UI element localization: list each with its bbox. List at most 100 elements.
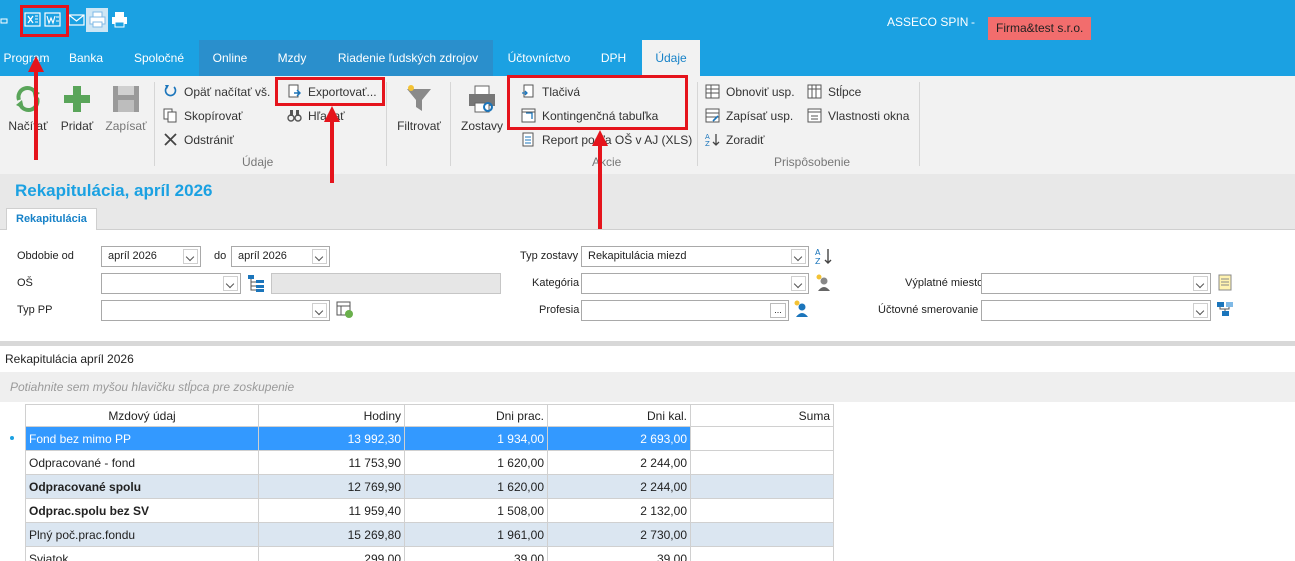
cell-cal-days[interactable]: 39,00 [547,546,691,561]
cell-work-days[interactable]: 1 620,00 [404,450,548,475]
reports-button[interactable]: Zostavy [458,83,506,143]
chevron-down-icon[interactable] [1193,303,1208,318]
save-button[interactable]: Zapísať [103,83,149,143]
restore-layout-button[interactable]: Obnoviť usp. [705,82,795,102]
chevron-down-icon[interactable] [223,276,238,291]
cell-hours[interactable]: 11 753,90 [258,450,405,475]
print-preview-icon[interactable] [89,11,106,28]
sort-button[interactable]: A Z Zoradiť [705,130,765,150]
table-row[interactable]: Odprac.spolu bez SV 11 959,40 1 508,00 2… [25,498,834,523]
table-row[interactable]: Sviatok 299,00 39,00 39,00 [25,546,834,561]
column-header-dni-prac[interactable]: Dni prac. [404,404,548,427]
table-row[interactable]: Fond bez mimo PP 13 992,30 1 934,00 2 69… [25,426,834,451]
cell-work-days[interactable]: 1 934,00 [404,426,548,451]
report-type-select[interactable]: Rekapitulácia miezd [581,246,809,267]
table-row[interactable]: Odpracované - fond 11 753,90 1 620,00 2 … [25,450,834,475]
tree-icon[interactable] [247,274,265,292]
cell-sum[interactable] [690,522,834,547]
table-row[interactable]: Plný poč.prac.fondu 15 269,80 1 961,00 2… [25,522,834,547]
cell-work-days[interactable]: 39,00 [404,546,548,561]
tab-rekapitulacia[interactable]: Rekapitulácia [6,208,97,230]
cell-sum[interactable] [690,546,834,561]
tab-online[interactable]: Online [199,40,261,76]
chevron-down-icon[interactable] [312,303,327,318]
cell-name[interactable]: Plný poč.prac.fondu [25,522,259,547]
cell-name[interactable]: Odpracované spolu [25,474,259,499]
plus-icon [64,86,90,112]
hierarchy-icon[interactable] [1216,300,1234,318]
chevron-down-icon[interactable] [791,276,806,291]
column-header-hodiny[interactable]: Hodiny [258,404,405,427]
cell-work-days[interactable]: 1 961,00 [404,522,548,547]
tab-mzdy[interactable]: Mzdy [261,40,323,76]
column-header-suma[interactable]: Suma [690,404,834,427]
os-label: OŠ [17,277,33,289]
cell-name[interactable]: Fond bez mimo PP [25,426,259,451]
person-category-icon[interactable] [815,274,833,292]
window-properties-button[interactable]: Vlastnosti okna [807,106,909,126]
cell-cal-days[interactable]: 2 132,00 [547,498,691,523]
pp-type-select[interactable] [101,300,330,321]
browse-button[interactable]: ... [770,303,786,318]
cell-sum[interactable] [690,474,834,499]
reload-all-button[interactable]: Opäť načítať vš. [163,82,270,102]
tab-banka[interactable]: Banka [53,40,119,76]
ribbon-separator [154,82,155,166]
cell-name[interactable]: Odpracované - fond [25,450,259,475]
copy-button[interactable]: Skopírovať [163,106,243,126]
profession-input[interactable]: ... [581,300,789,321]
minimize-icon[interactable] [0,11,8,28]
print-icon[interactable] [111,11,128,28]
period-to-select[interactable]: apríl 2026 [231,246,330,267]
tab-dph[interactable]: DPH [585,40,642,76]
add-button[interactable]: Pridať [56,83,98,143]
write-layout-button[interactable]: Zapísať usp. [705,106,793,126]
cell-sum[interactable] [690,498,834,523]
cell-hours[interactable]: 299,00 [258,546,405,561]
column-header-dni-kal[interactable]: Dni kal. [547,404,691,427]
load-button[interactable]: Načítať [5,83,51,143]
chevron-down-icon[interactable] [183,249,198,264]
sort-az-icon[interactable]: AZ [815,247,833,265]
cell-name[interactable]: Odprac.spolu bez SV [25,498,259,523]
filter-button[interactable]: Filtrovať [393,83,445,143]
chevron-down-icon[interactable] [312,249,327,264]
svg-text:Z: Z [705,140,710,147]
cell-work-days[interactable]: 1 508,00 [404,498,548,523]
cell-cal-days[interactable]: 2 244,00 [547,474,691,499]
cell-cal-days[interactable]: 2 244,00 [547,450,691,475]
grid-title: Rekapitulácia apríl 2026 [5,352,134,366]
person-profession-icon[interactable] [793,300,811,318]
tab-spolocne[interactable]: Spoločné [119,40,199,76]
mail-icon[interactable] [68,11,85,28]
delete-button[interactable]: Odstrániť [163,130,234,150]
cell-sum[interactable] [690,450,834,475]
cell-name[interactable]: Sviatok [25,546,259,561]
period-from-select[interactable]: apríl 2026 [101,246,201,267]
column-header-mzdovy-udaj[interactable]: Mzdový údaj [25,404,259,427]
company-badge[interactable]: Firma&test s.r.o. [988,17,1092,40]
tab-udaje[interactable]: Údaje [642,40,700,76]
cell-cal-days[interactable]: 2 693,00 [547,426,691,451]
cell-hours[interactable]: 11 959,40 [258,498,405,523]
tab-program[interactable]: Program [0,40,53,76]
cell-sum[interactable] [690,426,834,451]
accounting-select[interactable] [981,300,1211,321]
cell-work-days[interactable]: 1 620,00 [404,474,548,499]
category-select[interactable] [581,273,809,294]
cell-hours[interactable]: 12 769,90 [258,474,405,499]
notes-icon[interactable] [1216,273,1234,291]
chevron-down-icon[interactable] [1193,276,1208,291]
payout-place-select[interactable] [981,273,1211,294]
group-hint: Potiahnite sem myšou hlavičku stĺpca pre… [10,380,295,394]
cell-hours[interactable]: 13 992,30 [258,426,405,451]
chevron-down-icon[interactable] [791,249,806,264]
columns-button[interactable]: Stĺpce [807,82,861,102]
os-select[interactable] [101,273,241,294]
settings-table-icon[interactable] [336,301,354,319]
table-row[interactable]: Odpracované spolu 12 769,90 1 620,00 2 2… [25,474,834,499]
tab-riadenie-ludskych-zdrojov[interactable]: Riadenie ľudských zdrojov [323,40,493,76]
cell-cal-days[interactable]: 2 730,00 [547,522,691,547]
tab-uctovnictvo[interactable]: Účtovníctvo [493,40,585,76]
cell-hours[interactable]: 15 269,80 [258,522,405,547]
